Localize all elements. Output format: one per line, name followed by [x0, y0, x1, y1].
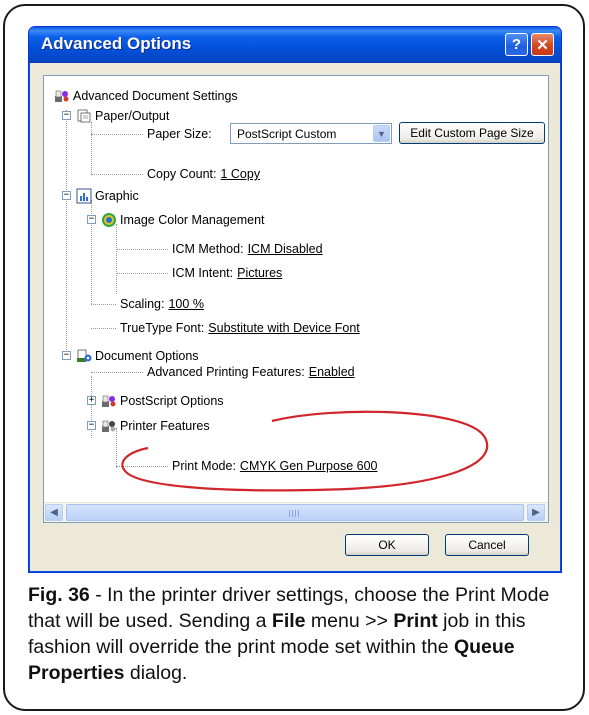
printer-features-icon: [101, 418, 117, 434]
collapse-graphic-icon[interactable]: −: [62, 191, 71, 200]
document-options-icon: [76, 348, 92, 364]
copy-count-value[interactable]: 1 Copy: [220, 167, 260, 181]
tree-item-truetype-font: TrueType Font: Substitute with Device Fo…: [120, 318, 360, 338]
advanced-printing-label: Advanced Printing Features:: [147, 365, 305, 379]
cancel-label: Cancel: [468, 538, 506, 552]
caption-fig-number: Fig. 36: [28, 584, 90, 606]
edit-custom-page-size-button[interactable]: Edit Custom Page Size: [399, 122, 545, 144]
postscript-options-label: PostScript Options: [120, 394, 224, 408]
edit-custom-page-size-label: Edit Custom Page Size: [410, 126, 534, 140]
title-bar: Advanced Options ? ✕: [29, 27, 561, 63]
horizontal-scrollbar[interactable]: ◀ ▶: [44, 502, 548, 522]
paper-size-select[interactable]: PostScript Custom ▼: [230, 123, 392, 144]
tree-item-postscript-options[interactable]: PostScript Options: [101, 391, 224, 411]
caption-text-4: dialog.: [124, 662, 188, 684]
dialog-body: Advanced Document Settings − Paper/Outpu…: [33, 63, 557, 570]
tree-item-icm-method: ICM Method: ICM Disabled: [172, 239, 323, 259]
tree-item-paper-output[interactable]: Paper/Output: [76, 106, 169, 126]
tree-item-scaling: Scaling: 100 %: [120, 294, 204, 314]
tree-root-label: Advanced Document Settings: [73, 89, 238, 103]
document-settings-icon: [54, 88, 70, 104]
icm-intent-value[interactable]: Pictures: [237, 266, 282, 280]
icm-method-label: ICM Method:: [172, 242, 244, 256]
ok-button[interactable]: OK: [345, 534, 429, 556]
caption-text-2: menu >>: [305, 610, 394, 632]
document-options-label: Document Options: [95, 349, 199, 363]
tree-item-paper-size: Paper Size:: [147, 124, 212, 144]
tree-item-printer-features[interactable]: Printer Features: [101, 416, 210, 436]
paper-size-label: Paper Size:: [147, 127, 212, 141]
icm-intent-label: ICM Intent:: [172, 266, 234, 280]
tree-item-advanced-printing: Advanced Printing Features: Enabled: [147, 362, 355, 382]
printer-features-label: Printer Features: [120, 419, 210, 433]
advanced-printing-value[interactable]: Enabled: [309, 365, 355, 379]
figure-caption: Fig. 36 - In the printer driver settings…: [28, 582, 568, 686]
truetype-font-value[interactable]: Substitute with Device Font: [208, 321, 359, 335]
help-icon[interactable]: ?: [505, 33, 528, 56]
caption-file: File: [271, 610, 306, 632]
chevron-down-icon[interactable]: ▼: [373, 125, 390, 142]
graphic-label: Graphic: [95, 189, 139, 203]
scroll-left-icon[interactable]: ◀: [45, 504, 63, 521]
tree-item-graphic[interactable]: Graphic: [76, 186, 139, 206]
collapse-document-options-icon[interactable]: −: [62, 351, 71, 360]
tree-item-print-mode: Print Mode: CMYK Gen Purpose 600: [172, 456, 378, 476]
advanced-options-dialog: Advanced Options ? ✕ Advanced Document S…: [28, 26, 562, 573]
caption-print: Print: [393, 610, 438, 632]
scaling-label: Scaling:: [120, 297, 165, 311]
dialog-title: Advanced Options: [41, 34, 192, 53]
graphic-icon: [76, 188, 92, 204]
collapse-paper-output-icon[interactable]: −: [62, 111, 71, 120]
print-mode-value[interactable]: CMYK Gen Purpose 600: [240, 459, 378, 473]
paper-size-value: PostScript Custom: [237, 126, 337, 141]
icm-method-value[interactable]: ICM Disabled: [248, 242, 323, 256]
scroll-right-icon[interactable]: ▶: [527, 504, 545, 521]
scrollbar-thumb[interactable]: [66, 504, 524, 521]
tree-item-copy-count: Copy Count: 1 Copy: [147, 164, 260, 184]
paper-output-label: Paper/Output: [95, 109, 170, 123]
collapse-icm-icon[interactable]: −: [87, 215, 96, 224]
settings-tree-panel: Advanced Document Settings − Paper/Outpu…: [43, 75, 549, 523]
truetype-font-label: TrueType Font:: [120, 321, 205, 335]
tree-item-icm[interactable]: Image Color Management: [101, 210, 265, 230]
color-management-icon: [101, 212, 117, 228]
tree-item-root[interactable]: Advanced Document Settings: [54, 86, 238, 106]
scaling-value[interactable]: 100 %: [168, 297, 203, 311]
tree-item-icm-intent: ICM Intent: Pictures: [172, 263, 282, 283]
paper-output-icon: [76, 108, 92, 124]
print-mode-label: Print Mode:: [172, 459, 236, 473]
copy-count-label: Copy Count:: [147, 167, 217, 181]
postscript-options-icon: [101, 393, 117, 409]
collapse-printer-features-icon[interactable]: −: [87, 421, 96, 430]
cancel-button[interactable]: Cancel: [445, 534, 529, 556]
icm-label: Image Color Management: [120, 213, 265, 227]
close-icon[interactable]: ✕: [531, 33, 554, 56]
expand-postscript-options-icon[interactable]: +: [87, 396, 96, 405]
settings-tree: Advanced Document Settings − Paper/Outpu…: [44, 76, 548, 502]
ok-label: OK: [378, 538, 396, 552]
